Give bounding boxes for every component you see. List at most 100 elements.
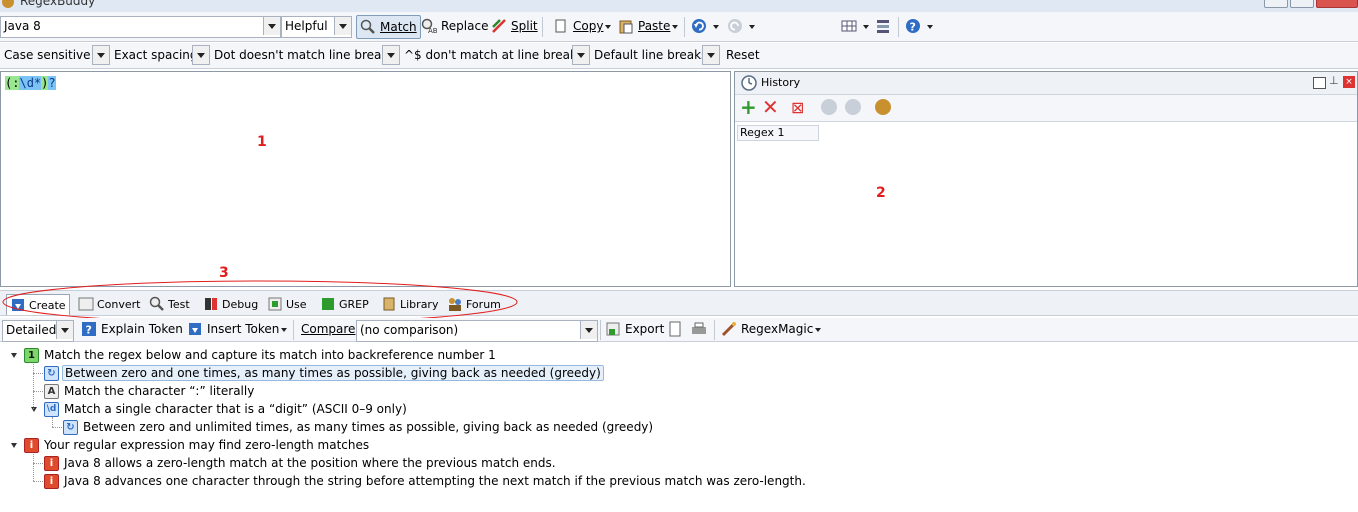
info-icon: i xyxy=(44,473,59,489)
page-icon xyxy=(667,321,683,337)
regex-tree: 1 Match the regex below and capture its … xyxy=(0,343,1358,512)
chevron-down-icon[interactable] xyxy=(334,17,351,35)
chevron-down-icon[interactable] xyxy=(263,17,280,35)
add-icon[interactable]: + xyxy=(740,96,757,118)
replace-icon: AB xyxy=(421,18,438,35)
history-panel: History ⊥ × + ✕ ⊠ Regex 1 2 xyxy=(734,71,1358,287)
chevron-down-icon[interactable] xyxy=(572,45,590,65)
tree-node-quantifier[interactable]: ↻ Between zero and one times, as many ti… xyxy=(44,364,604,382)
reset-button[interactable]: Reset xyxy=(722,45,762,65)
tree-node-note[interactable]: i Java 8 advances one character through … xyxy=(44,472,808,490)
shorthand-icon: \d xyxy=(44,401,59,417)
minimize-button[interactable] xyxy=(1264,0,1288,8)
list-icon xyxy=(875,18,891,34)
grid-icon xyxy=(841,18,857,34)
history-toolbar: + ✕ ⊠ xyxy=(735,95,1357,122)
window-title: RegexBuddy xyxy=(20,0,96,8)
insert-token-button[interactable]: Insert Token xyxy=(184,318,290,340)
history-title: History xyxy=(761,76,801,89)
owl-icon[interactable] xyxy=(875,99,891,115)
print-button[interactable] xyxy=(688,318,710,340)
insert-icon xyxy=(187,321,203,337)
svg-text:AB: AB xyxy=(428,27,437,34)
close-button[interactable] xyxy=(1316,0,1358,8)
repeat-icon: ↻ xyxy=(44,365,59,381)
chevron-down-icon[interactable] xyxy=(382,45,400,65)
tree-node-digit[interactable]: \d Match a single character that is a “d… xyxy=(44,400,409,418)
literal-icon: A xyxy=(44,383,59,399)
move-down-icon[interactable] xyxy=(845,99,861,115)
case-option[interactable]: Case sensitive xyxy=(0,45,110,65)
replace-button[interactable]: AB Replace xyxy=(418,15,491,37)
help-icon: ? xyxy=(81,321,97,337)
printer-icon xyxy=(691,321,707,337)
chevron-down-icon[interactable] xyxy=(92,45,110,65)
tree-node-literal[interactable]: A Match the character “:” literally xyxy=(44,382,256,400)
split-icon xyxy=(491,18,507,34)
history-item[interactable]: Regex 1 xyxy=(737,125,819,141)
chevron-down-icon[interactable] xyxy=(580,321,597,339)
compare-select[interactable]: (no comparison) xyxy=(356,320,598,342)
expand-icon[interactable] xyxy=(11,443,17,448)
copy-button[interactable]: Copy xyxy=(550,15,614,37)
help-mode-select[interactable]: Helpful xyxy=(281,16,352,38)
tree-node-group[interactable]: 1 Match the regex below and capture its … xyxy=(24,346,498,364)
redo-button[interactable] xyxy=(724,15,758,37)
undo-button[interactable] xyxy=(688,15,722,37)
svg-text:?: ? xyxy=(910,21,916,34)
annotation-marker-1: 1 xyxy=(257,134,267,150)
options-toolbar: Case sensitive Exact spacing Dot doesn't… xyxy=(0,43,1358,69)
detail-select[interactable]: Detailed xyxy=(2,320,74,342)
tree-node-note[interactable]: i Java 8 allows a zero-length match at t… xyxy=(44,454,558,472)
maximize-button[interactable] xyxy=(1290,0,1314,8)
linebreaks-option[interactable]: Default line breaks xyxy=(590,45,720,65)
split-button[interactable]: Split xyxy=(488,15,541,37)
create-toolbar: Detailed ? Explain Token Insert Token Co… xyxy=(0,318,1358,342)
restore-icon[interactable] xyxy=(1313,77,1326,89)
flavor-select[interactable]: Java 8 xyxy=(0,16,281,38)
spacing-option[interactable]: Exact spacing xyxy=(110,45,210,65)
copy-icon xyxy=(553,18,569,34)
title-bar: RegexBuddy xyxy=(0,0,1358,12)
close-icon[interactable]: × xyxy=(1343,76,1355,88)
export-button[interactable]: Export xyxy=(602,318,667,340)
magnifier-icon xyxy=(360,19,376,35)
anchors-option[interactable]: ^$ don't match at line breaks xyxy=(400,45,590,65)
wand-icon xyxy=(721,321,737,337)
help-button[interactable]: ? xyxy=(902,15,936,37)
history-icon xyxy=(741,75,757,91)
pin-icon[interactable]: ⊥ xyxy=(1329,74,1339,87)
explain-token-button[interactable]: ? Explain Token xyxy=(78,318,186,340)
compare-label: Compare xyxy=(301,322,356,336)
regex-text[interactable]: (:\d*)? xyxy=(5,76,56,90)
tree-node-warning[interactable]: i Your regular expression may find zero-… xyxy=(24,436,371,454)
history-header: History ⊥ × xyxy=(735,72,1357,95)
regex-editor[interactable]: (:\d*)? 1 xyxy=(0,71,731,287)
delete-icon[interactable]: ✕ xyxy=(762,96,779,118)
copy-page-button[interactable] xyxy=(664,318,686,340)
export-icon xyxy=(605,321,621,337)
redo-icon xyxy=(727,18,743,34)
info-icon: i xyxy=(24,437,39,453)
svg-text:?: ? xyxy=(86,324,92,337)
dot-option[interactable]: Dot doesn't match line breaks xyxy=(210,45,400,65)
regexmagic-button[interactable]: RegexMagic xyxy=(718,318,824,340)
chevron-down-icon[interactable] xyxy=(56,321,73,339)
repeat-icon: ↻ xyxy=(63,419,78,435)
tree-node-quantifier[interactable]: ↻ Between zero and unlimited times, as m… xyxy=(63,418,655,436)
match-button[interactable]: Match xyxy=(356,15,421,39)
undo-icon xyxy=(691,18,707,34)
chevron-down-icon[interactable] xyxy=(702,45,720,65)
panels-button[interactable] xyxy=(872,15,894,37)
move-up-icon[interactable] xyxy=(821,99,837,115)
expand-icon[interactable] xyxy=(31,407,37,412)
info-icon: i xyxy=(44,455,59,471)
delete-all-icon[interactable]: ⊠ xyxy=(791,98,804,117)
expand-icon[interactable] xyxy=(11,353,17,358)
paste-button[interactable]: Paste xyxy=(615,15,681,37)
help-icon: ? xyxy=(905,18,921,34)
chevron-down-icon[interactable] xyxy=(192,45,210,65)
app-icon xyxy=(2,0,14,8)
annotation-marker-2: 2 xyxy=(876,185,886,201)
layout-button[interactable] xyxy=(838,15,872,37)
